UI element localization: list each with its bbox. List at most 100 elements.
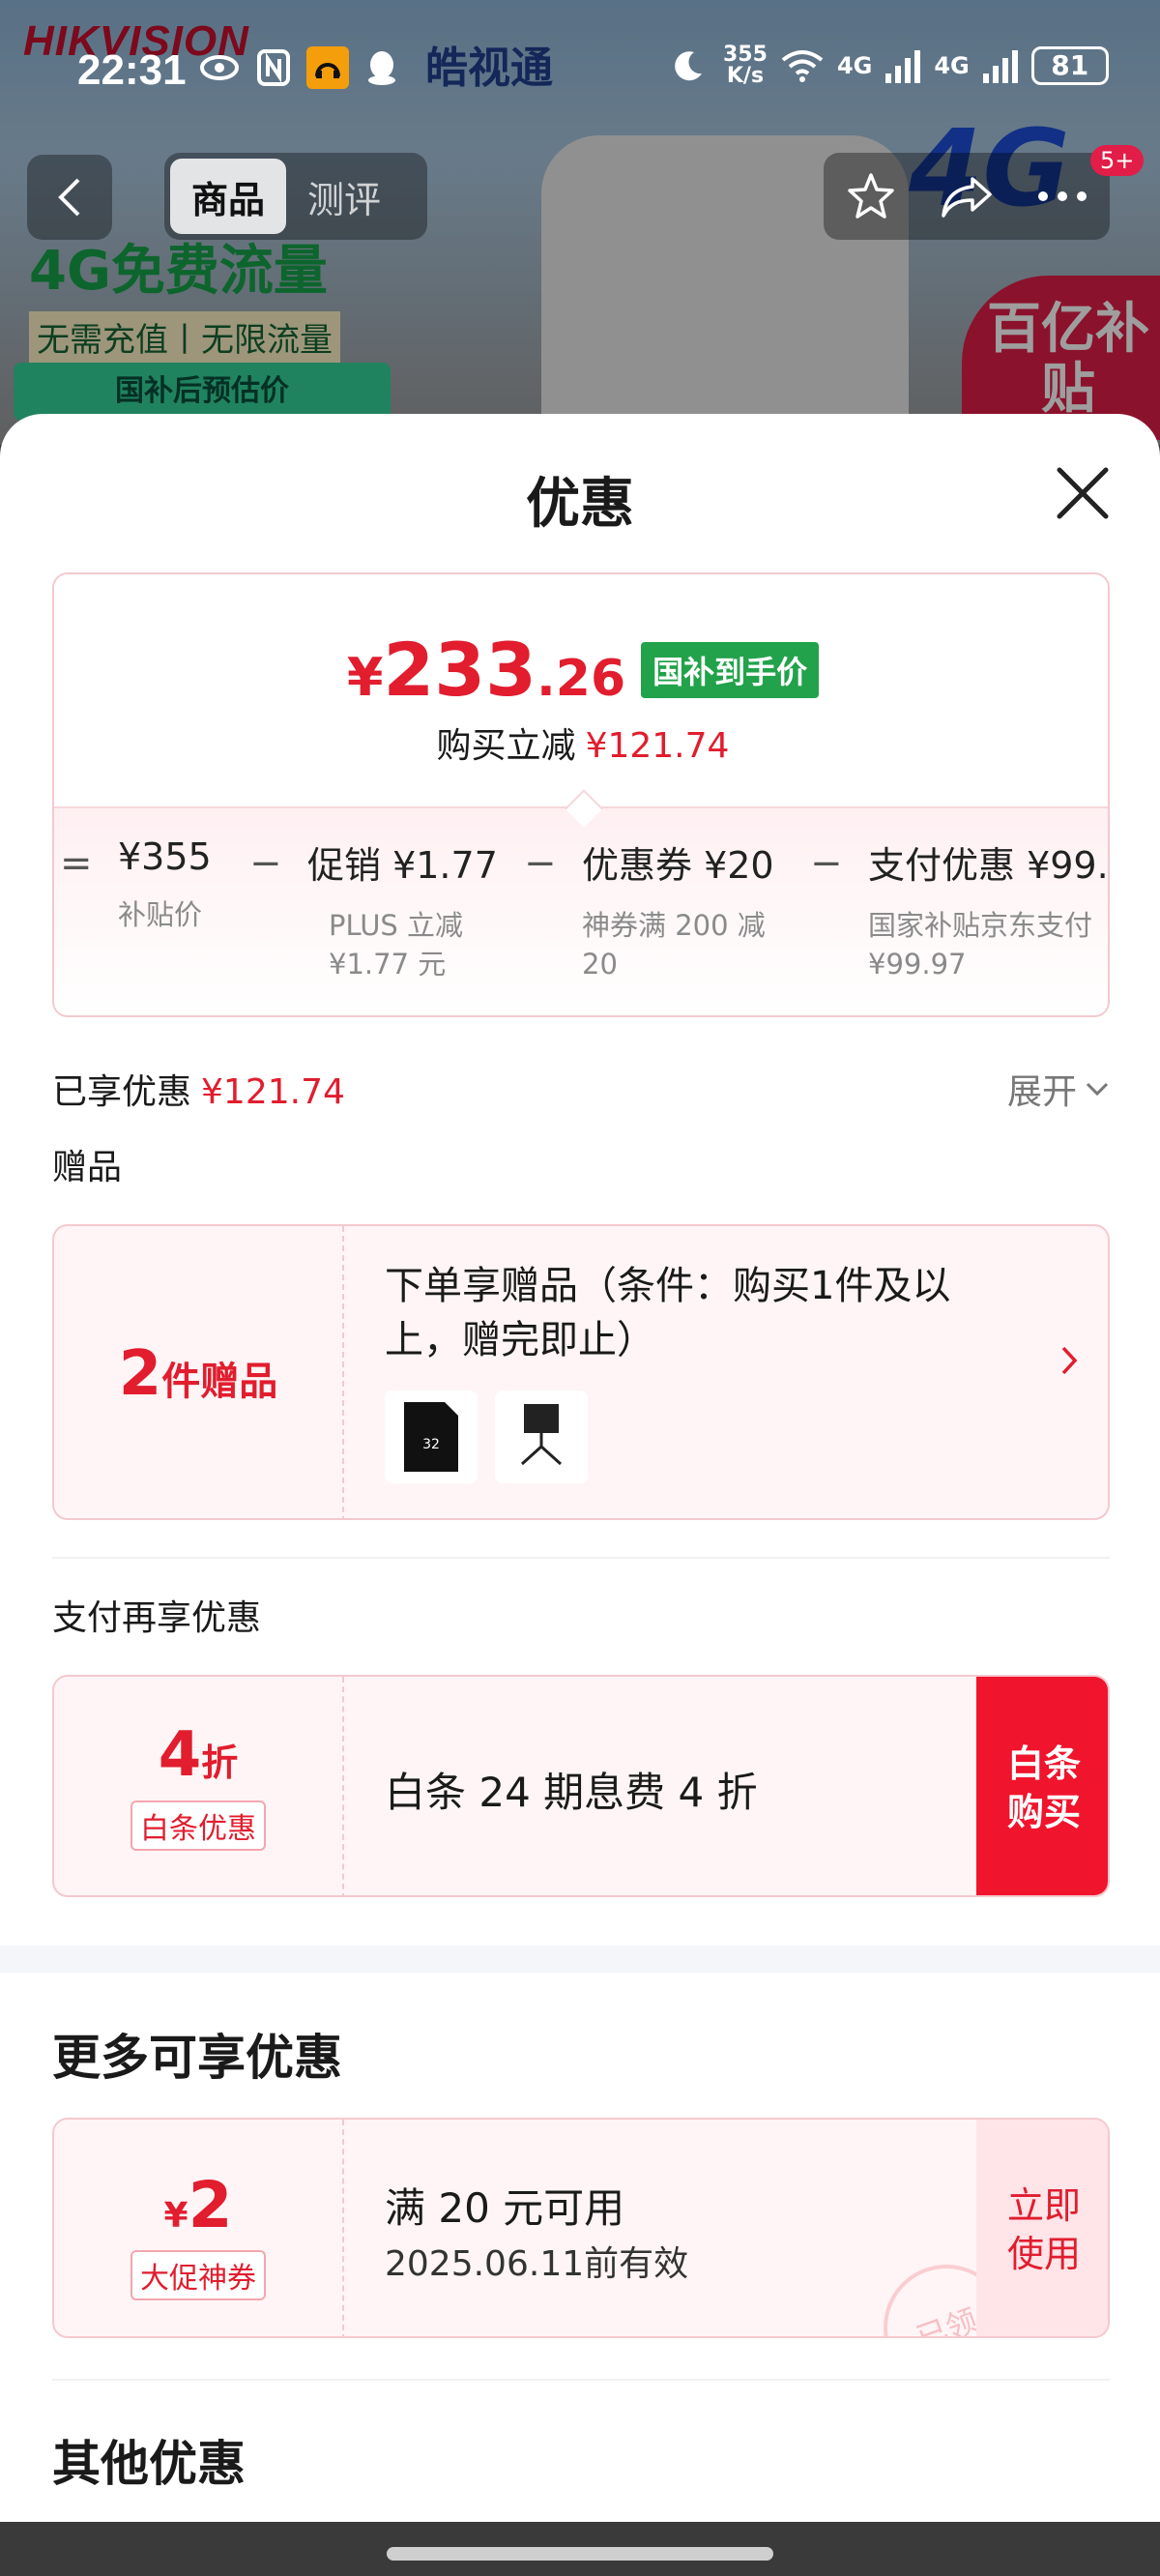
- more-button[interactable]: [1029, 162, 1096, 230]
- chevron-left-icon: [58, 178, 80, 217]
- gift-section-label: 赠品: [52, 1148, 123, 1187]
- payment-discount-card: 4折 白条优惠 白条 24 期息费 4 折 白条购买: [52, 1675, 1110, 1897]
- signal-bars-2-icon: [982, 48, 1018, 83]
- price-decimal: .26: [536, 650, 626, 708]
- status-system-icons: 355 K/s 4G 4G 81: [667, 44, 1109, 87]
- network-type-1: 4G: [836, 52, 873, 79]
- nfc-icon: [252, 46, 295, 89]
- status-bar: 22:31 355 K/s 4G 4G 81: [0, 39, 1160, 101]
- close-icon: [1057, 467, 1109, 519]
- star-icon: [848, 173, 895, 219]
- coupon-condition: 满 20 元可用: [385, 2184, 625, 2232]
- breakdown-label: 神券满 200 减 20: [582, 909, 766, 981]
- price-type-badge: 国补到手价: [641, 641, 820, 698]
- status-time: 22:31: [77, 46, 187, 94]
- qq-icon: [361, 46, 403, 89]
- eye-icon: [198, 46, 241, 89]
- network-speed-unit: K/s: [726, 64, 765, 88]
- battery-level: 81: [1030, 46, 1109, 85]
- minus-sign: −: [810, 841, 843, 886]
- network-speed: 355 K/s: [723, 44, 768, 87]
- favorite-button[interactable]: [837, 162, 905, 230]
- gift-count-unit: 件赠品: [161, 1360, 278, 1404]
- payment-discount-unit: 折: [201, 1742, 239, 1784]
- breakdown-promotion: 促销 ¥1.77 PLUS 立减 ¥1.77 元: [307, 835, 501, 983]
- more-dots-icon: [1037, 191, 1087, 201]
- wifi-icon: [781, 44, 824, 87]
- payment-discount-text: 白条 24 期息费 4 折: [385, 1769, 758, 1816]
- expand-label: 展开: [1006, 1072, 1077, 1112]
- tab-review[interactable]: 测评: [286, 159, 402, 234]
- price-currency: ¥: [346, 647, 384, 708]
- enjoyed-value: ¥121.74: [201, 1072, 345, 1112]
- breakdown-label: 补贴价: [118, 898, 203, 931]
- breakdown-value: 促销 ¥1.77: [307, 844, 498, 887]
- signal-bars-1-icon: [885, 48, 921, 83]
- price-reduction-label: 购买立减: [436, 726, 576, 766]
- power-adapter-icon: [520, 1404, 563, 1466]
- divider: [52, 1557, 1110, 1559]
- price-summary-card: ¥ 233 .26 国补到手价 购买立减 ¥121.74 = ¥355 补贴价 −…: [52, 572, 1110, 1017]
- coupon-tag: 大促神券: [130, 2250, 266, 2300]
- payment-discount-tag: 白条优惠: [130, 1800, 266, 1851]
- close-button[interactable]: [1044, 454, 1121, 532]
- home-indicator[interactable]: [387, 2547, 773, 2561]
- divider: [52, 2379, 1110, 2381]
- sd-card-icon: 32: [404, 1402, 458, 1472]
- breakdown-value: 支付优惠 ¥99.97: [868, 844, 1109, 887]
- enjoyed-discount-row: 已享优惠 ¥121.74 展开: [52, 1064, 1110, 1112]
- coupon-card: ¥2 大促神券 满 20 元可用 2025.06.11前有效 已领 立即使用: [52, 2118, 1110, 2338]
- baitiao-buy-button[interactable]: 白条购买: [976, 1677, 1108, 1895]
- message-count-badge: 5+: [1090, 145, 1145, 176]
- baitiao-buy-button-label: 白条购买: [1006, 1742, 1081, 1833]
- equals-sign: =: [60, 841, 93, 886]
- gift-card[interactable]: 2件赠品 下单享赠品（条件：购买1件及以上，赠完即止） 32: [52, 1224, 1110, 1520]
- breakdown-base-price: ¥355 补贴价: [118, 835, 212, 934]
- breakdown-label: PLUS 立减 ¥1.77 元: [329, 909, 464, 981]
- more-discounts-title: 更多可享优惠: [52, 2030, 342, 2086]
- use-coupon-button[interactable]: 立即使用: [976, 2120, 1108, 2336]
- expand-toggle[interactable]: 展开: [1007, 1064, 1110, 1114]
- breakdown-value: 优惠券 ¥20: [582, 844, 774, 887]
- gift-count: 2件赠品: [54, 1226, 344, 1518]
- price-reduction-value: ¥121.74: [585, 726, 730, 766]
- gift-title: 下单享赠品（条件：购买1件及以上，赠完即止）: [385, 1264, 951, 1362]
- nav-actions: [824, 153, 1110, 240]
- coupon-amount-summary: ¥2 大促神券: [54, 2120, 344, 2336]
- discount-sheet: 优惠 ¥ 233 .26 国补到手价 购买立减 ¥121.74 = ¥355 补贴…: [0, 414, 1160, 2522]
- payment-section-label: 支付再享优惠: [52, 1598, 262, 1638]
- final-price: ¥ 233 .26 国补到手价: [54, 627, 1108, 713]
- share-icon: [942, 177, 992, 218]
- coupon-amount: 2: [188, 2168, 233, 2242]
- breakdown-payment: 支付优惠 ¥99.97 国家补贴京东支付 ¥99.97: [868, 835, 1109, 983]
- gift-count-number: 2: [118, 1338, 162, 1410]
- back-button[interactable]: [27, 155, 112, 240]
- share-button[interactable]: [933, 162, 1000, 230]
- payment-discount-summary: 4折 白条优惠: [54, 1677, 344, 1895]
- tab-product[interactable]: 商品: [170, 159, 287, 234]
- page-tabs: 商品 测评: [164, 153, 427, 240]
- price-reduction: 购买立减 ¥121.74: [54, 717, 1108, 768]
- status-app-icons: [198, 46, 403, 89]
- enjoyed-label: 已享优惠: [52, 1072, 192, 1112]
- moon-icon: [667, 44, 710, 87]
- gift-item-sd-card[interactable]: 32: [385, 1390, 478, 1483]
- sheet-title: 优惠: [526, 473, 634, 536]
- price-breakdown[interactable]: = ¥355 补贴价 − 促销 ¥1.77 PLUS 立减 ¥1.77 元 − …: [54, 806, 1109, 1015]
- section-separator: [0, 1946, 1160, 1973]
- app-notification-icon: [306, 46, 349, 89]
- breakdown-value: ¥355: [118, 835, 212, 878]
- network-speed-value: 355: [723, 43, 768, 67]
- coupon-currency: ¥: [163, 2196, 188, 2236]
- price-integer: 233: [383, 627, 537, 713]
- minus-sign: −: [249, 841, 282, 886]
- chevron-right-icon: [1059, 1342, 1079, 1387]
- gift-item-power-cable[interactable]: [495, 1390, 588, 1483]
- chevron-down-icon: [1086, 1082, 1109, 1097]
- svg-text:32: 32: [422, 1437, 440, 1452]
- payment-discount-number: 4: [158, 1719, 202, 1791]
- other-discounts-title: 其他优惠: [52, 2436, 246, 2492]
- breakdown-coupon: 优惠券 ¥20 神券满 200 减 20: [582, 835, 785, 983]
- network-type-2: 4G: [934, 52, 970, 79]
- breakdown-label: 国家补贴京东支付 ¥99.97: [868, 909, 1093, 981]
